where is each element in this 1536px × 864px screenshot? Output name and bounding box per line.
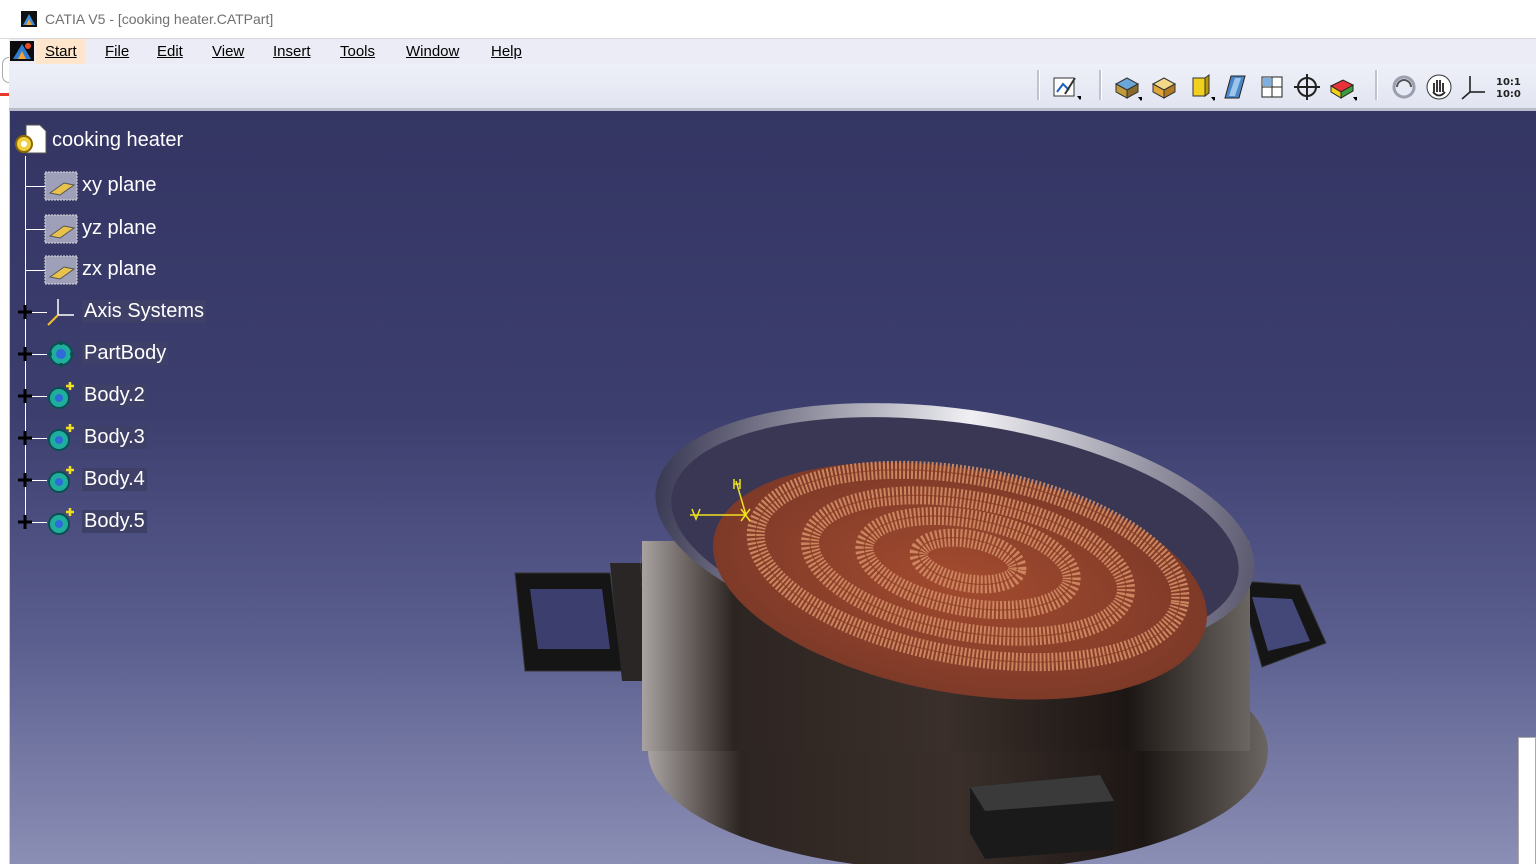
axis-system-icon (47, 299, 74, 326)
multi-view-icon[interactable] (1257, 72, 1287, 102)
svg-text:10:1: 10:1 (1496, 77, 1521, 88)
expand-plus-icon[interactable] (17, 430, 33, 446)
menu-help[interactable]: Help (482, 39, 531, 64)
partbody-icon (48, 341, 74, 367)
tree-root-label: cooking heater (52, 129, 184, 151)
rotate-icon[interactable] (1389, 72, 1419, 102)
box-view-icon[interactable] (1149, 72, 1179, 102)
catia-logo-icon[interactable] (9, 40, 35, 62)
tree-node-axis-systems[interactable]: Axis Systems (10, 297, 250, 327)
parallelogram-icon[interactable] (1221, 72, 1251, 102)
render-style-icon[interactable] (1327, 72, 1357, 102)
tree-node-yz-plane[interactable]: yz plane (10, 214, 250, 244)
strip-marker (0, 93, 9, 96)
tree-node-label: Axis Systems (82, 300, 207, 323)
tree-node-label: Body.4 (82, 468, 147, 491)
tree-node-label: Body.5 (82, 510, 147, 533)
tree-node-body-4[interactable]: Body.4 (10, 465, 250, 495)
side-panel-edge[interactable] (1518, 737, 1536, 864)
shaded-view-icon[interactable] (1112, 72, 1142, 102)
body-icon (48, 382, 74, 409)
tree-node-partbody[interactable]: PartBody (10, 339, 250, 369)
tree-node-xy-plane[interactable]: xy plane (10, 171, 250, 201)
tree-root[interactable]: cooking heater (12, 124, 252, 156)
tree-node-label: yz plane (82, 217, 157, 239)
right-handle (1237, 580, 1327, 668)
menu-tools[interactable]: Tools (331, 39, 384, 64)
pan-hand-icon[interactable] (1424, 72, 1454, 102)
toolbar-separator (1375, 70, 1378, 100)
toolbar-separator (1037, 70, 1040, 100)
tree-node-body-5[interactable]: Body.5 (10, 507, 250, 537)
expand-plus-icon[interactable] (17, 346, 33, 362)
menu-start[interactable]: Start (36, 39, 86, 64)
tree-node-label: PartBody (82, 342, 169, 365)
target-icon[interactable] (1292, 72, 1322, 102)
expand-plus-icon[interactable] (17, 472, 33, 488)
tree-node-body-3[interactable]: Body.3 (10, 423, 250, 453)
tree-node-zx-plane[interactable]: zx plane (10, 255, 250, 285)
scale-icon[interactable]: 10:1 10:0 (1493, 72, 1523, 102)
tree-node-label: Body.2 (82, 384, 147, 407)
window-title: CATIA V5 - [cooking heater.CATPart] (45, 11, 274, 27)
menu-view[interactable]: View (203, 39, 253, 64)
toolbar: 10:1 10:0 (9, 64, 1536, 111)
title-bar: CATIA V5 - [cooking heater.CATPart] (0, 0, 1536, 39)
toolbar-separator (1099, 70, 1102, 100)
expand-plus-icon[interactable] (17, 388, 33, 404)
part-icon (15, 124, 47, 154)
tree-node-body-2[interactable]: Body.2 (10, 381, 250, 411)
menu-bar: Start File Edit View Insert Tools Window… (9, 39, 1536, 64)
body-icon (48, 466, 74, 493)
body-icon (48, 508, 74, 535)
tree-node-label: Body.3 (82, 426, 147, 449)
body-icon (48, 424, 74, 451)
plane-icon (44, 214, 78, 244)
axis-icon[interactable] (1458, 72, 1488, 102)
expand-plus-icon[interactable] (17, 514, 33, 530)
menu-insert[interactable]: Insert (264, 39, 320, 64)
plane-icon (44, 255, 78, 285)
tree-node-label: xy plane (82, 174, 157, 196)
catia-app-icon (21, 11, 37, 27)
expand-plus-icon[interactable] (17, 304, 33, 320)
svg-text:10:0: 10:0 (1496, 89, 1521, 100)
sketcher-icon[interactable] (1051, 72, 1081, 102)
left-window-strip (0, 39, 16, 864)
menu-file[interactable]: File (96, 39, 138, 64)
menu-edit[interactable]: Edit (148, 39, 192, 64)
plane-icon (44, 171, 78, 201)
tree-node-label: zx plane (82, 258, 157, 280)
menu-window[interactable]: Window (397, 39, 468, 64)
3d-viewport[interactable]: cooking heater xy plane yz plane zx plan… (10, 111, 1536, 864)
connector-box (970, 775, 1114, 859)
cylinder-view-icon[interactable] (1185, 72, 1215, 102)
